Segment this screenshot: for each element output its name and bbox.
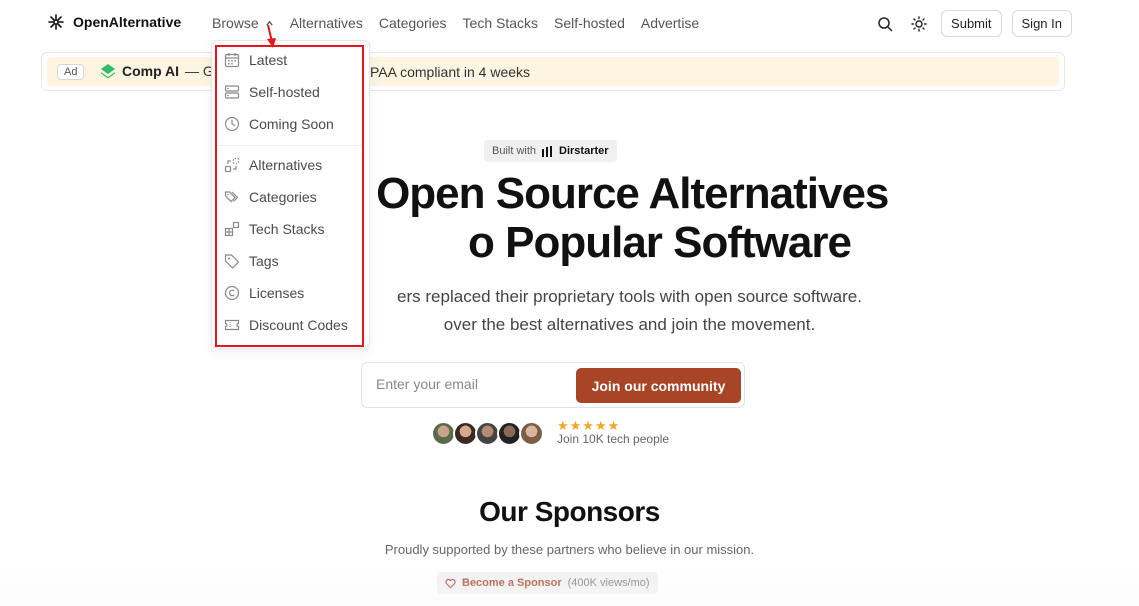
- site-header: OpenAlternative Browse Alternatives Cate…: [0, 0, 1139, 46]
- sponsors-title: Our Sponsors: [479, 496, 660, 527]
- dropdown-item-label: Self-hosted: [249, 84, 320, 100]
- social-proof-text: Join 10K tech people: [557, 432, 670, 446]
- ad-badge: Ad: [57, 64, 85, 80]
- nav-alternatives[interactable]: Alternatives: [290, 15, 363, 31]
- nav-tech-stacks[interactable]: Tech Stacks: [463, 15, 538, 31]
- tag-icon: [224, 254, 240, 269]
- tags-icon: [224, 191, 239, 203]
- dropdown-item-label: Coming Soon: [249, 116, 334, 132]
- dropdown-item-categories[interactable]: Categories: [224, 189, 317, 205]
- nav-categories[interactable]: Categories: [379, 15, 447, 31]
- logo-text: OpenAlternative: [73, 14, 182, 30]
- header-actions: Submit Sign In: [873, 10, 1072, 37]
- dropdown-item-tags[interactable]: Tags: [224, 253, 279, 269]
- dropdown-item-label: Discount Codes: [249, 317, 348, 333]
- ad-text-tail: PAA compliant in 4 weeks: [370, 64, 531, 80]
- dropdown-item-label: Alternatives: [249, 157, 323, 173]
- dropdown-item-self-hosted[interactable]: Self-hosted: [224, 84, 320, 100]
- nav-tech-stacks-label: Tech Stacks: [462, 15, 539, 31]
- dropdown-item-label: Categories: [249, 189, 317, 205]
- clock-icon: [224, 116, 240, 132]
- hero-subtitle-line-2: over the best alternatives and join the …: [443, 315, 816, 334]
- dropdown-item-coming-soon[interactable]: Coming Soon: [224, 116, 334, 132]
- dropdown-item-tech-stacks[interactable]: Tech Stacks: [224, 221, 324, 237]
- hero-title-line-1: D r Open Source Alternatives: [250, 169, 890, 218]
- comp-ai-logo-icon: [101, 64, 115, 79]
- annotation-arrow-icon: [267, 24, 276, 48]
- built-with-brand: Dirstarter: [559, 145, 609, 157]
- nav-self-hosted[interactable]: Self-hosted: [554, 15, 625, 31]
- dirstarter-logo-icon: [542, 145, 553, 157]
- dropdown-item-label: Tech Stacks: [249, 221, 325, 237]
- dropdown-item-alternatives[interactable]: Alternatives: [224, 157, 322, 173]
- hero-subtitle-line-1: ers replaced their proprietary tools wit…: [397, 287, 862, 306]
- become-sponsor-label: Become a Sponsor: [462, 577, 562, 589]
- heart-icon: [445, 578, 456, 588]
- sun-icon: [911, 15, 927, 32]
- become-sponsor-button[interactable]: Become a Sponsor (400K views/mo): [437, 572, 658, 594]
- ad-banner[interactable]: Ad Comp AI — Ge PAA compliant in 4 weeks: [41, 52, 1065, 91]
- nav-browse-label: Browse: [212, 15, 259, 31]
- search-icon: [878, 16, 893, 31]
- dropdown-item-licenses[interactable]: Licenses: [224, 285, 304, 301]
- nav-advertise-label: Advertise: [640, 15, 700, 31]
- blocks-icon: [224, 221, 240, 237]
- calendar-icon: [224, 53, 240, 68]
- copyright-icon: [224, 285, 240, 301]
- dropdown-divider: [218, 145, 363, 146]
- server-icon: [224, 85, 240, 99]
- sponsors-subtitle: Proudly supported by these partners who …: [384, 542, 755, 557]
- nav-self-hosted-label: Self-hosted: [554, 15, 625, 31]
- newsletter-form: Join our community: [361, 362, 745, 408]
- ad-brand: Comp AI — Ge: [100, 63, 222, 79]
- built-with-label: Built with: [492, 145, 537, 157]
- hero-title-line-2: o Popular Software: [468, 218, 852, 267]
- logo[interactable]: OpenAlternative: [47, 13, 181, 31]
- dropdown-item-label: Tags: [249, 253, 279, 269]
- sign-in-button[interactable]: Sign In: [1011, 10, 1072, 37]
- search-button[interactable]: [873, 12, 897, 36]
- email-input[interactable]: [376, 376, 566, 392]
- avatar: [519, 421, 544, 446]
- nav-alternatives-label: Alternatives: [289, 15, 363, 31]
- browse-dropdown-menu: Latest Self-hosted Coming Soon Alternati…: [211, 40, 370, 349]
- ticket-icon: [224, 319, 240, 331]
- theme-toggle-button[interactable]: [907, 12, 931, 36]
- submit-button[interactable]: Submit: [941, 10, 1002, 37]
- built-with-badge[interactable]: Built with Dirstarter: [484, 140, 617, 162]
- dropdown-item-discount-codes[interactable]: Discount Codes: [224, 317, 348, 333]
- dropdown-item-latest[interactable]: Latest: [224, 52, 287, 68]
- alternatives-icon: [224, 157, 240, 173]
- join-community-button[interactable]: Join our community: [576, 368, 741, 403]
- ad-brand-name: Comp AI: [122, 63, 180, 79]
- dropdown-item-label: Licenses: [249, 285, 305, 301]
- dropdown-item-label: Latest: [249, 52, 288, 68]
- nav-categories-label: Categories: [378, 15, 447, 31]
- logo-icon: [48, 14, 64, 30]
- become-sponsor-views: (400K views/mo): [567, 577, 650, 589]
- avatar-group: [431, 421, 544, 446]
- nav-advertise[interactable]: Advertise: [641, 15, 699, 31]
- main-nav: Browse Alternatives Categories Tech Stac…: [212, 15, 699, 31]
